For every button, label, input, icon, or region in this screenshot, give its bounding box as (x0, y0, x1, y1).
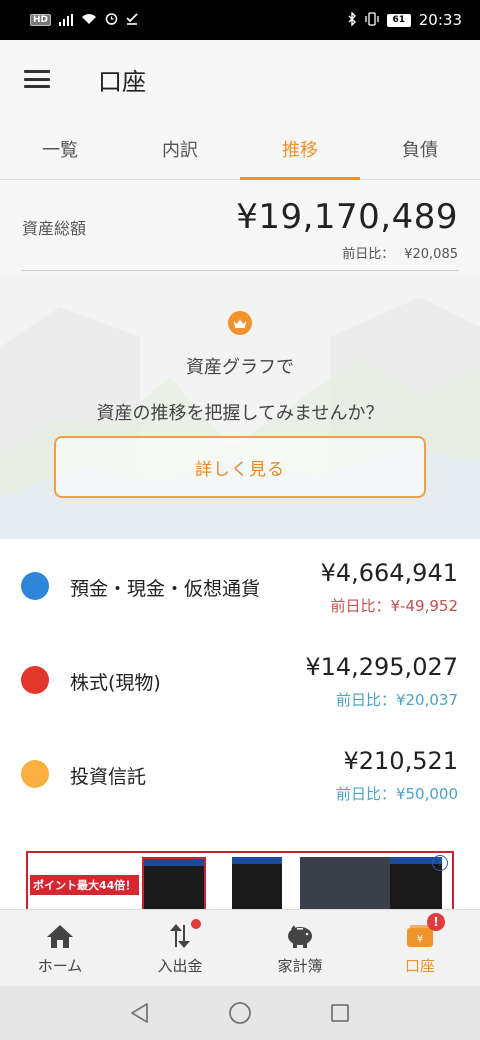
alarm-icon (105, 12, 118, 28)
wallet-icon: ¥ ! (405, 912, 445, 951)
nav-label: ホーム (37, 956, 83, 975)
ad-product-image (232, 857, 282, 909)
status-left: HD (30, 12, 138, 28)
asset-amount: ¥210,521 (343, 747, 458, 775)
asset-row-deposits[interactable]: 預金・現金・仮想通貨 ¥4,664,941 前日比：¥-49,952 (0, 539, 480, 633)
tab-history[interactable]: 推移 (240, 118, 360, 180)
asset-diff: 前日比：¥50,000 (335, 785, 458, 803)
system-nav-bar (0, 986, 480, 1040)
menu-button[interactable] (0, 40, 74, 118)
nav-label: 家計簿 (277, 956, 323, 975)
asset-diff: 前日比：¥-49,952 (330, 597, 458, 615)
vibrate-icon (365, 11, 379, 29)
svg-text:¥: ¥ (417, 934, 423, 945)
see-details-button[interactable]: 詳しく見る (54, 436, 426, 498)
back-triangle-icon (131, 1003, 148, 1023)
divider (22, 270, 458, 271)
hamburger-icon (24, 70, 50, 88)
tab-list[interactable]: 一覧 (0, 118, 120, 179)
download-done-icon (126, 12, 138, 28)
total-diff-value: ¥20,085 (404, 247, 458, 262)
tab-breakdown[interactable]: 内訳 (120, 118, 240, 179)
promo-heading: 資産グラフで (186, 357, 294, 378)
notification-dot (191, 918, 201, 929)
asset-row-stocks[interactable]: 株式(現物) ¥14,295,027 前日比：¥20,037 (0, 633, 480, 727)
total-assets-value: ¥19,170,489 (236, 197, 458, 237)
nav-transactions[interactable]: 入出金 (120, 910, 240, 986)
nav-home[interactable]: ホーム (0, 910, 120, 986)
asset-name: 投資信託 (70, 766, 147, 788)
recents-button[interactable] (320, 993, 360, 1033)
tab-liabilities[interactable]: 負債 (360, 118, 480, 179)
category-color-dot (21, 572, 49, 600)
tab-bar: 一覧 内訳 推移 負債 (0, 118, 480, 180)
promo-text: 資産の推移を把握してみませんか？ (96, 403, 384, 424)
total-diff: 前日比： ¥20,085 (342, 243, 458, 262)
battery-icon: 61 (386, 13, 411, 27)
ad-banner[interactable]: ポイント最大44倍！ ? (26, 851, 454, 911)
page-title: 口座 (98, 67, 146, 96)
bluetooth-icon (347, 10, 357, 29)
asset-row-funds[interactable]: 投資信託 ¥210,521 前日比：¥50,000 (0, 727, 480, 821)
ad-info-icon[interactable]: ? (432, 855, 448, 871)
transfer-icon (165, 918, 201, 951)
ad-product-image (142, 857, 206, 909)
wifi-icon (81, 13, 97, 28)
status-right: 61 20:33 (347, 10, 462, 29)
asset-name: 預金・現金・仮想通貨 (70, 578, 261, 600)
app-bar: 口座 (0, 40, 480, 118)
nav-accounts[interactable]: ¥ ! 口座 (360, 910, 480, 986)
home-system-button[interactable] (220, 993, 260, 1033)
bottom-nav: ホーム 入出金 家計簿 ¥ ! 口座 (0, 909, 480, 986)
asset-diff: 前日比：¥20,037 (335, 691, 458, 709)
category-color-dot (21, 760, 49, 788)
clock: 20:33 (418, 11, 462, 29)
total-assets-label: 資産総額 (22, 219, 87, 238)
hd-badge: HD (30, 14, 52, 26)
asset-graph-promo: 資産グラフで 資産の推移を把握してみませんか？ 詳しく見る (0, 277, 480, 539)
piggy-bank-icon (285, 921, 315, 951)
ad-product-image (300, 857, 392, 909)
crown-icon (228, 311, 252, 335)
signal-icon (59, 14, 74, 26)
ad-text: ポイント最大44倍！ (30, 875, 140, 895)
battery-level: 61 (386, 13, 411, 27)
asset-amount: ¥4,664,941 (320, 559, 458, 587)
back-button[interactable] (120, 993, 160, 1033)
nav-budget-book[interactable]: 家計簿 (240, 910, 360, 986)
recents-square-icon (331, 1004, 349, 1022)
total-assets-section: 資産総額 ¥19,170,489 前日比： ¥20,085 (0, 181, 480, 277)
home-icon (45, 921, 75, 951)
status-bar: HD 61 20:33 (0, 0, 480, 40)
home-circle-icon (229, 1002, 251, 1024)
asset-name: 株式(現物) (70, 672, 161, 694)
alert-badge: ! (427, 912, 445, 931)
asset-amount: ¥14,295,027 (305, 653, 458, 681)
nav-label: 口座 (404, 956, 435, 975)
category-color-dot (21, 666, 49, 694)
nav-label: 入出金 (157, 956, 203, 975)
total-diff-label: 前日比： (342, 247, 395, 262)
asset-list: 預金・現金・仮想通貨 ¥4,664,941 前日比：¥-49,952 株式(現物… (0, 539, 480, 821)
